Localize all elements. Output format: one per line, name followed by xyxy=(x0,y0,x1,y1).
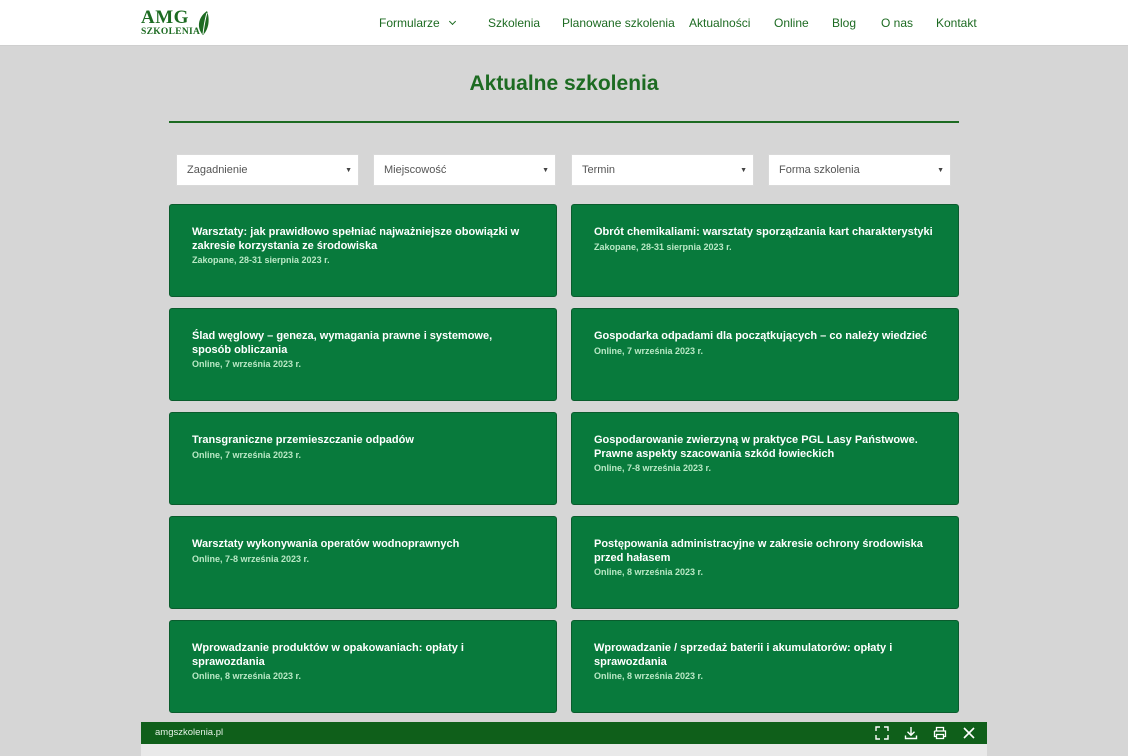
course-title: Warsztaty: jak prawidłowo spełniać najwa… xyxy=(192,226,520,252)
filter-label: Termin xyxy=(582,164,616,176)
filter-miejscowosc-select[interactable]: Miejscowość ▼ xyxy=(373,154,556,186)
course-title: Postępowania administracyjne w zakresie … xyxy=(594,538,923,564)
course-card[interactable]: Postępowania administracyjne w zakresie … xyxy=(571,516,959,609)
fullscreen-icon xyxy=(875,726,889,740)
nav-item-o-nas[interactable]: O nas xyxy=(881,16,913,30)
course-title: Gospodarka odpadami dla początkujących –… xyxy=(594,330,928,342)
chevron-down-icon xyxy=(448,17,456,26)
download-icon xyxy=(904,727,918,740)
course-card[interactable]: Wprowadzanie / sprzedaż baterii i akumul… xyxy=(571,620,959,713)
course-location-date: Online, 7 września 2023 r. xyxy=(594,345,704,356)
course-title: Obrót chemikaliami: warsztaty sporządzan… xyxy=(594,226,933,238)
course-card[interactable]: Warsztaty: jak prawidłowo spełniać najwa… xyxy=(169,204,557,297)
course-card[interactable]: Gospodarowanie zwierzyną w praktyce PGL … xyxy=(571,412,959,505)
filter-forma-szkolenia-select[interactable]: Forma szkolenia ▼ xyxy=(768,154,951,186)
logo-sub-text: SZKOLENIA xyxy=(141,27,201,37)
top-navigation-bar: AMG SZKOLENIA Formularze Szkolenia Plano… xyxy=(0,0,1128,46)
viewer-toolbar: amgszkolenia.pl xyxy=(141,722,987,744)
amg-logo[interactable]: AMG SZKOLENIA xyxy=(141,8,213,38)
course-location-date: Zakopane, 28-31 sierpnia 2023 r. xyxy=(594,241,732,252)
course-location-date: Online, 7 września 2023 r. xyxy=(192,449,302,460)
leaf-icon xyxy=(198,11,209,35)
course-title: Wprowadzanie produktów w opakowaniach: o… xyxy=(192,642,464,668)
course-card[interactable]: Gospodarka odpadami dla początkujących –… xyxy=(571,308,959,401)
course-location-date: Online, 8 września 2023 r. xyxy=(594,567,704,577)
dropdown-arrow-icon: ▼ xyxy=(542,167,549,174)
course-card[interactable]: Wprowadzanie produktów w opakowaniach: o… xyxy=(169,620,557,713)
nav-item-aktualnosci[interactable]: Aktualności xyxy=(689,16,750,30)
title-divider xyxy=(169,121,959,123)
filter-zagadnienie-select[interactable]: Zagadnienie ▼ xyxy=(176,154,359,186)
print-icon xyxy=(933,726,947,740)
viewer-url-text: amgszkolenia.pl xyxy=(155,727,224,738)
viewer-content-strip xyxy=(141,744,987,756)
download-button[interactable] xyxy=(903,725,919,741)
course-title: Wprowadzanie / sprzedaż baterii i akumul… xyxy=(594,642,893,668)
course-card[interactable]: Warsztaty wykonywania operatów wodnopraw… xyxy=(169,516,557,609)
nav-item-szkolenia[interactable]: Szkolenia xyxy=(488,16,540,30)
nav-item-formularze[interactable]: Formularze xyxy=(379,16,456,30)
course-card[interactable]: Ślad węglowy – geneza, wymagania prawne … xyxy=(169,308,557,401)
nav-item-blog[interactable]: Blog xyxy=(832,16,856,30)
nav-item-online[interactable]: Online xyxy=(774,16,809,30)
nav-item-planowane-szkolenia[interactable]: Planowane szkolenia xyxy=(562,16,675,30)
filter-label: Zagadnienie xyxy=(187,164,248,176)
dropdown-arrow-icon: ▼ xyxy=(345,167,352,174)
course-location-date: Online, 7-8 września 2023 r. xyxy=(192,553,310,564)
fullscreen-button[interactable] xyxy=(874,725,890,741)
dropdown-arrow-icon: ▼ xyxy=(937,167,944,174)
course-title: Gospodarowanie zwierzyną w praktyce PGL … xyxy=(594,434,918,460)
course-title: Warsztaty wykonywania operatów wodnopraw… xyxy=(192,538,460,550)
page-title: Aktualne szkolenia xyxy=(469,72,659,95)
nav-item-label: Formularze xyxy=(379,16,440,30)
course-title: Transgraniczne przemieszczanie odpadów xyxy=(192,434,414,446)
course-card[interactable]: Transgraniczne przemieszczanie odpadów O… xyxy=(169,412,557,505)
course-card[interactable]: Obrót chemikaliami: warsztaty sporządzan… xyxy=(571,204,959,297)
course-location-date: Online, 8 września 2023 r. xyxy=(192,671,302,681)
logo-main-text: AMG xyxy=(141,7,189,28)
filter-label: Miejscowość xyxy=(384,164,447,176)
course-location-date: Online, 8 września 2023 r. xyxy=(594,671,704,681)
course-location-date: Online, 7-8 września 2023 r. xyxy=(594,463,712,473)
print-button[interactable] xyxy=(932,725,948,741)
course-location-date: Zakopane, 28-31 sierpnia 2023 r. xyxy=(192,255,330,265)
filter-label: Forma szkolenia xyxy=(779,164,860,176)
dropdown-arrow-icon: ▼ xyxy=(740,167,747,174)
nav-item-kontakt[interactable]: Kontakt xyxy=(936,16,977,30)
close-button[interactable] xyxy=(961,725,977,741)
course-title: Ślad węglowy – geneza, wymagania prawne … xyxy=(192,330,493,356)
close-icon xyxy=(963,727,975,739)
filter-termin-select[interactable]: Termin ▼ xyxy=(571,154,754,186)
course-location-date: Online, 7 września 2023 r. xyxy=(192,359,302,369)
